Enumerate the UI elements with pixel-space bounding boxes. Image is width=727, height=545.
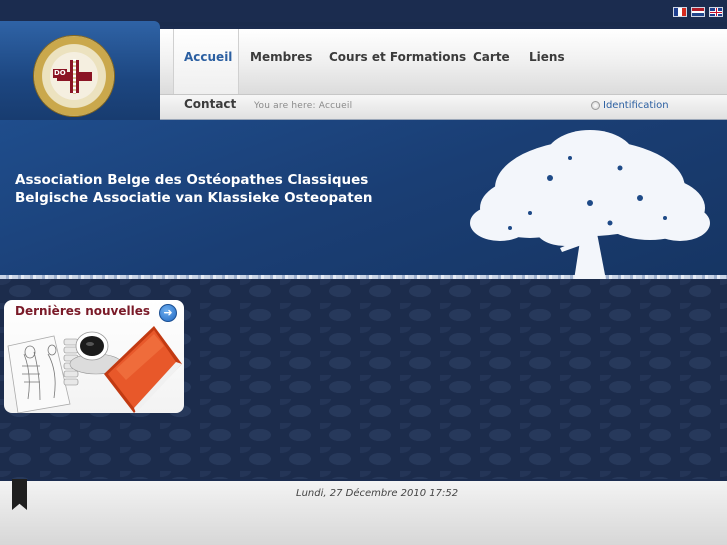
login-link[interactable]: Identification	[591, 100, 669, 111]
nav-item-liens[interactable]: Liens	[529, 50, 565, 64]
breadcrumb: You are here: Accueil	[254, 101, 353, 111]
fr-flag-icon[interactable]	[673, 7, 687, 17]
logo-seal: DO	[50, 52, 98, 100]
footer-divider	[0, 479, 727, 481]
logo-initials: DO	[53, 69, 67, 78]
top-strip	[0, 0, 727, 22]
nav-item-accueil[interactable]: Accueil	[184, 50, 232, 64]
news-title: Dernières nouvelles	[15, 304, 150, 318]
banner-title-nl: Belgische Associatie van Klassieke Osteo…	[15, 190, 373, 206]
news-illustration	[7, 326, 182, 413]
banner-title-fr: Association Belge des Ostéopathes Classi…	[15, 172, 369, 188]
footer-date: Lundi, 27 Décembre 2010 17:52	[296, 488, 459, 499]
tree-illustration	[470, 130, 710, 280]
login-icon	[591, 101, 600, 110]
nav-item-cours-et-formations[interactable]: Cours et Formations	[329, 50, 466, 64]
language-switcher	[673, 7, 723, 17]
bookmark-ribbon-icon	[12, 479, 27, 510]
nav-item-contact[interactable]: Contact	[184, 97, 236, 111]
arrow-right-icon[interactable]: ➜	[159, 304, 177, 322]
latest-news-card[interactable]: Dernières nouvelles ➜	[4, 300, 184, 413]
main-navigation: Accueil Membres Cours et Formations Cart…	[160, 26, 727, 122]
nav-item-carte[interactable]: Carte	[473, 50, 510, 64]
uk-flag-icon[interactable]	[709, 7, 723, 17]
login-label: Identification	[603, 100, 669, 111]
logo-panel: DO	[0, 21, 160, 120]
association-logo[interactable]: DO	[34, 36, 114, 116]
nl-flag-icon[interactable]	[691, 7, 705, 17]
nav-item-membres[interactable]: Membres	[250, 50, 312, 64]
